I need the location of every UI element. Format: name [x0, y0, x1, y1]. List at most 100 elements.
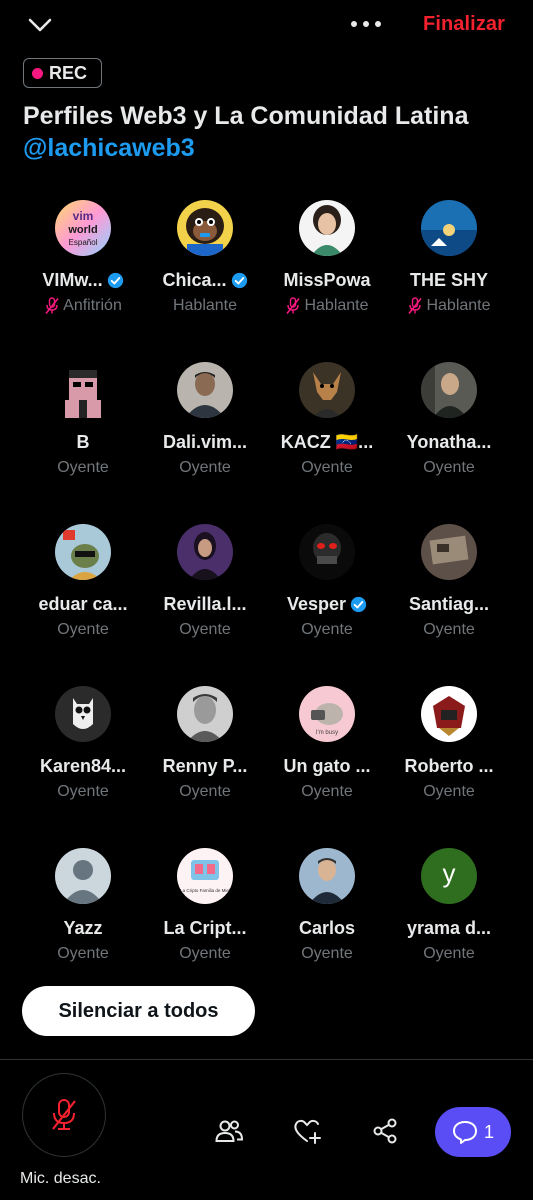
participant-role: Oyente — [179, 459, 231, 476]
participant-role-row: Oyente — [388, 783, 510, 801]
mic-status-label: Mic. desac. — [20, 1170, 101, 1187]
participant-name-row: La Cript... — [144, 918, 266, 939]
avatar — [299, 362, 355, 418]
avatar-text-line: world — [67, 224, 97, 236]
mic-off-icon — [52, 1099, 76, 1130]
participant-role-row: Hablante — [388, 297, 510, 315]
participant-card[interactable]: MissPowa Hablante — [266, 196, 388, 346]
participant-name: Renny P... — [162, 756, 248, 776]
participant-name: Roberto ... — [404, 756, 494, 776]
participant-card[interactable]: eduar ca... Oyente — [22, 520, 144, 670]
participant-role-row: Oyente — [388, 945, 510, 963]
participant-name: Yonatha... — [406, 432, 492, 452]
participant-role: Oyente — [301, 459, 353, 476]
participant-role-row: Oyente — [144, 783, 266, 801]
participant-role: Oyente — [179, 945, 231, 962]
participant-card[interactable]: La Cripto Familia de Miel La Cript... Oy… — [144, 844, 266, 994]
participant-card[interactable]: Yazz Oyente — [22, 844, 144, 994]
participant-card[interactable]: Yonatha... Oyente — [388, 358, 510, 508]
participant-name: Yazz — [63, 918, 103, 938]
avatar — [55, 686, 111, 742]
participant-card[interactable]: y yrama d... Oyente — [388, 844, 510, 994]
participant-role: Oyente — [179, 621, 231, 638]
host-handle-link[interactable]: @lachicaweb3 — [23, 134, 195, 162]
avatar — [177, 200, 233, 256]
participant-role: Oyente — [57, 459, 109, 476]
participant-card[interactable]: THE SHY Hablante — [388, 196, 510, 346]
participant-role: Oyente — [301, 945, 353, 962]
participant-name-row: MissPowa — [266, 270, 388, 291]
participant-role-row: Anfitrión — [22, 297, 144, 315]
participant-role: Oyente — [179, 783, 231, 800]
participant-role: Oyente — [301, 783, 353, 800]
participant-name: VIMw... — [42, 270, 103, 290]
participant-name: La Cript... — [163, 918, 247, 938]
participant-name-row: Roberto ... — [388, 756, 510, 777]
participant-card[interactable]: Vesper Oyente — [266, 520, 388, 670]
recording-dot-icon — [32, 67, 43, 79]
participant-card[interactable]: Roberto ... Oyente — [388, 682, 510, 832]
participant-role: Oyente — [301, 621, 353, 638]
participant-role: Oyente — [423, 459, 475, 476]
participant-name-row: VIMw... — [22, 270, 144, 291]
bottom-divider — [0, 1059, 533, 1060]
chevron-down-icon[interactable] — [26, 14, 54, 36]
participant-name: Santiag... — [408, 594, 489, 614]
heart-plus-icon[interactable] — [292, 1116, 322, 1146]
chat-bubble-icon — [452, 1121, 477, 1144]
participant-role: Oyente — [57, 945, 109, 962]
participant-name-row: Yazz — [22, 918, 144, 939]
participant-name-row: B — [22, 432, 144, 453]
avatar — [299, 524, 355, 580]
participant-name-row: Carlos — [266, 918, 388, 939]
participant-card[interactable]: I'm busy Un gato ... Oyente — [266, 682, 388, 832]
participant-role-row: Oyente — [266, 621, 388, 639]
participant-card[interactable]: Chica... Hablante — [144, 196, 266, 346]
chat-button[interactable]: 1 — [435, 1107, 511, 1157]
participant-role-row: Oyente — [22, 621, 144, 639]
participant-name: Chica... — [162, 270, 227, 290]
avatar: I'm busy — [299, 686, 355, 742]
participant-name-row: THE SHY — [388, 270, 510, 291]
avatar — [421, 200, 477, 256]
participant-card[interactable]: Dali.vim... Oyente — [144, 358, 266, 508]
avatar — [421, 524, 477, 580]
avatar — [55, 848, 111, 904]
participant-name-row: eduar ca... — [22, 594, 144, 615]
participant-card[interactable]: B Oyente — [22, 358, 144, 508]
participant-card[interactable]: vim world Español VIMw... Anfitrión — [22, 196, 144, 346]
participant-role: Oyente — [423, 621, 475, 638]
participant-name: Karen84... — [39, 756, 127, 776]
mute-all-button[interactable]: Silenciar a todos — [22, 986, 255, 1036]
share-icon[interactable] — [370, 1116, 400, 1146]
participant-name: MissPowa — [283, 270, 371, 290]
participant-card[interactable]: KACZ 🇻🇪... Oyente — [266, 358, 388, 508]
participant-role-row: Oyente — [144, 945, 266, 963]
space-title: Perfiles Web3 y La Comunidad Latina @lac… — [23, 100, 513, 164]
avatar-caption: I'm busy — [316, 730, 338, 736]
participant-role-row: Hablante — [266, 297, 388, 315]
participant-card[interactable]: Renny P... Oyente — [144, 682, 266, 832]
avatar — [299, 200, 355, 256]
participant-card[interactable]: Karen84... Oyente — [22, 682, 144, 832]
participant-role: Hablante — [172, 297, 238, 314]
participant-role: Hablante — [304, 297, 369, 314]
chat-count: 1 — [483, 1121, 494, 1142]
participant-card[interactable]: Carlos Oyente — [266, 844, 388, 994]
participant-name: Revilla.l... — [163, 594, 247, 614]
participant-role: Anfitrión — [63, 297, 122, 314]
participant-name-row: Un gato ... — [266, 756, 388, 777]
participant-role-row: Hablante — [144, 297, 266, 315]
participant-name: eduar ca... — [38, 594, 128, 614]
verified-badge-icon — [350, 596, 367, 613]
participant-card[interactable]: Santiag... Oyente — [388, 520, 510, 670]
avatar — [55, 362, 111, 418]
participant-name-row: KACZ 🇻🇪... — [266, 432, 388, 453]
people-icon[interactable] — [214, 1116, 244, 1146]
more-dots-icon[interactable] — [348, 14, 384, 34]
avatar — [55, 524, 111, 580]
avatar: La Cripto Familia de Miel — [177, 848, 233, 904]
participant-card[interactable]: Revilla.l... Oyente — [144, 520, 266, 670]
end-space-button[interactable]: Finalizar — [423, 13, 505, 36]
mic-toggle-button[interactable] — [22, 1073, 106, 1157]
